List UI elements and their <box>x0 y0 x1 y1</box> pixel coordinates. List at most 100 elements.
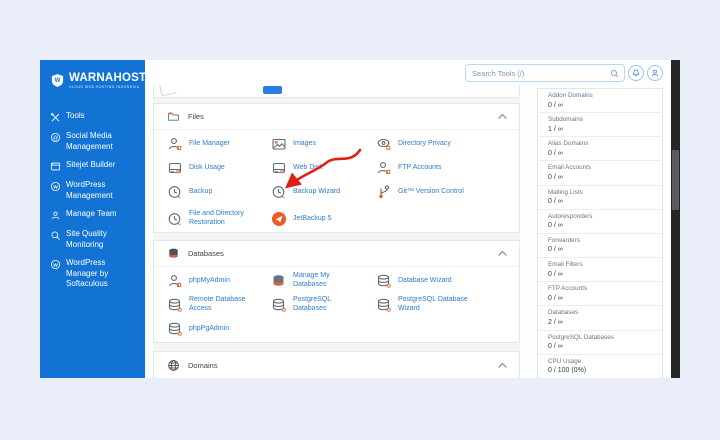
partial-icon <box>158 85 178 97</box>
stat-label: Addon Domains <box>548 92 593 99</box>
left-sidebar: W WARNAHOST CLOUD WEB HOSTING INDONESIA … <box>40 60 145 378</box>
stat-autoresponders: Autoresponders 0 / ∞ <box>538 210 662 234</box>
search-tools-box <box>465 64 625 82</box>
vertical-scrollbar[interactable] <box>671 60 680 378</box>
database-wizard-icon <box>376 273 392 289</box>
app-link-phpmyadmin[interactable]: phpMyAdmin <box>154 269 258 293</box>
stat-value: 0 / ∞ <box>548 149 563 157</box>
tools-list: Files File Manager Images Directory Priv… <box>153 85 520 378</box>
scrollbar-thumb[interactable] <box>672 150 679 210</box>
stat-label: PostgreSQL Databases <box>548 333 614 341</box>
stat-value: 0 / ∞ <box>548 270 563 278</box>
stat-value: 0 / ∞ <box>548 246 563 254</box>
app-link-images[interactable]: Images <box>258 132 363 156</box>
social-media-icon <box>50 132 61 143</box>
sidebar-item-label: Manage Team <box>66 209 117 219</box>
app-link-label: phpPgAdmin <box>189 324 230 332</box>
stat-label: Mailing Lists <box>548 188 583 196</box>
app-link-ftp-accounts[interactable]: FTP Accounts <box>363 156 519 180</box>
app-link-phppgadmin[interactable]: phpPgAdmin <box>154 317 258 341</box>
cpanel-window: W WARNAHOST CLOUD WEB HOSTING INDONESIA … <box>40 60 680 378</box>
notifications-button[interactable] <box>628 65 644 81</box>
stat-ftp-accounts: FTP Accounts 0 / ∞ <box>538 282 662 307</box>
sitejet-icon <box>50 161 61 172</box>
page: W WARNAHOST CLOUD WEB HOSTING INDONESIA … <box>0 0 720 440</box>
app-link-backup-wizard[interactable]: Backup Wizard <box>258 180 363 204</box>
search-input[interactable] <box>472 68 610 78</box>
sidebar-item-label: WordPress Manager by Softaculous <box>66 258 109 289</box>
database-icon <box>167 247 180 260</box>
stat-value: 0 / ∞ <box>548 173 563 181</box>
section-domains-header[interactable]: Domains <box>154 352 519 378</box>
stat-label: Forwarders <box>548 236 580 244</box>
partial-scrolled-card <box>153 85 520 98</box>
chevron-up-icon[interactable] <box>496 247 509 260</box>
monitoring-icon <box>50 230 61 241</box>
sidebar-item-label: Social Media Management <box>66 131 113 151</box>
web-disk-icon <box>271 160 287 176</box>
app-link-label: PostgreSQL Databases <box>293 296 331 312</box>
sidebar-item-social-media-management[interactable]: Social Media Management <box>40 127 145 156</box>
main-content: Files File Manager Images <box>145 60 671 378</box>
account-button[interactable] <box>647 65 663 81</box>
app-link-manage-my-databases[interactable]: Manage My Databases <box>258 269 363 293</box>
section-databases-header[interactable]: Databases <box>154 241 519 267</box>
app-link-label: Images <box>293 139 316 147</box>
stat-label: Subdomains <box>548 116 584 124</box>
sidebar-item-label: Site Quality Monitoring <box>66 229 107 249</box>
stat-label: CPU Usage <box>548 357 582 365</box>
folder-icon <box>167 110 180 123</box>
brand-logo[interactable]: W WARNAHOST CLOUD WEB HOSTING INDONESIA <box>40 60 145 89</box>
app-link-postgresql-database-wizard[interactable]: PostgreSQL Database Wizard <box>363 293 519 317</box>
sidebar-item-tools[interactable]: Tools <box>40 107 145 127</box>
app-link-git-version-control[interactable]: Git™ Version Control <box>363 180 519 204</box>
app-link-label: Backup Wizard <box>293 187 341 195</box>
stat-forwarders: Forwarders 0 / ∞ <box>538 234 662 259</box>
wordpress-icon <box>50 181 61 192</box>
app-link-disk-usage[interactable]: Disk Usage <box>154 156 258 180</box>
directory-privacy-icon <box>376 136 392 152</box>
stat-value: 1 / ∞ <box>548 125 563 133</box>
warnahost-shield-icon: W <box>51 74 64 87</box>
restoration-icon <box>167 211 183 227</box>
sidebar-item-sitejet-builder[interactable]: Sitejet Builder <box>40 156 145 176</box>
app-link-label: phpMyAdmin <box>189 276 230 284</box>
sidebar-item-wordpress-manager-softaculous[interactable]: WordPress Manager by Softaculous <box>40 254 145 294</box>
sidebar-menu: Tools Social Media Management Sitejet Bu… <box>40 107 145 294</box>
stat-postgresql-databases: PostgreSQL Databases 0 / ∞ <box>538 331 662 355</box>
section-databases: Databases phpMyAdmin Manage My Databases <box>153 240 520 343</box>
app-link-jetbackup-5[interactable]: JetBackup 5 <box>258 204 363 234</box>
app-link-file-and-directory-restoration[interactable]: File and Directory Restoration <box>154 204 258 234</box>
manage-databases-icon <box>271 273 287 289</box>
app-link-backup[interactable]: Backup <box>154 180 258 204</box>
app-link-postgresql-databases[interactable]: PostgreSQL Databases <box>258 293 363 317</box>
user-icon <box>651 69 659 77</box>
chevron-up-icon[interactable] <box>496 359 509 372</box>
app-link-database-wizard[interactable]: Database Wizard <box>363 269 519 293</box>
sidebar-item-label: WordPress Management <box>66 180 113 200</box>
stat-value: 0 / ∞ <box>548 198 563 206</box>
partial-blue-button[interactable] <box>263 86 282 94</box>
sidebar-item-wordpress-management[interactable]: WordPress Management <box>40 176 145 205</box>
backup-icon <box>167 184 183 200</box>
app-link-web-disk[interactable]: Web Disk <box>258 156 363 180</box>
search-icon <box>611 69 619 77</box>
team-icon <box>50 210 61 221</box>
brand-name: WARNAHOST <box>69 72 145 84</box>
bell-icon <box>632 69 640 77</box>
app-link-label: Directory Privacy <box>398 139 451 147</box>
app-link-label: Web Disk <box>293 163 323 171</box>
statistics-panel: Addon Domains 0 / ∞ Subdomains 1 / ∞ Ali… <box>537 88 663 378</box>
section-title: Domains <box>188 360 218 370</box>
sidebar-item-manage-team[interactable]: Manage Team <box>40 205 145 225</box>
app-link-remote-database-access[interactable]: Remote Database Access <box>154 293 258 317</box>
app-link-label: Remote Database Access <box>189 296 246 312</box>
sidebar-item-site-quality-monitoring[interactable]: Site Quality Monitoring <box>40 225 145 254</box>
phpmyadmin-icon <box>167 273 183 289</box>
stat-mailing-lists: Mailing Lists 0 / ∞ <box>538 186 662 210</box>
app-link-directory-privacy[interactable]: Directory Privacy <box>363 132 519 156</box>
app-link-label: File Manager <box>189 139 230 147</box>
chevron-up-icon[interactable] <box>496 110 509 123</box>
app-link-file-manager[interactable]: File Manager <box>154 132 258 156</box>
section-files-header[interactable]: Files <box>154 104 519 130</box>
